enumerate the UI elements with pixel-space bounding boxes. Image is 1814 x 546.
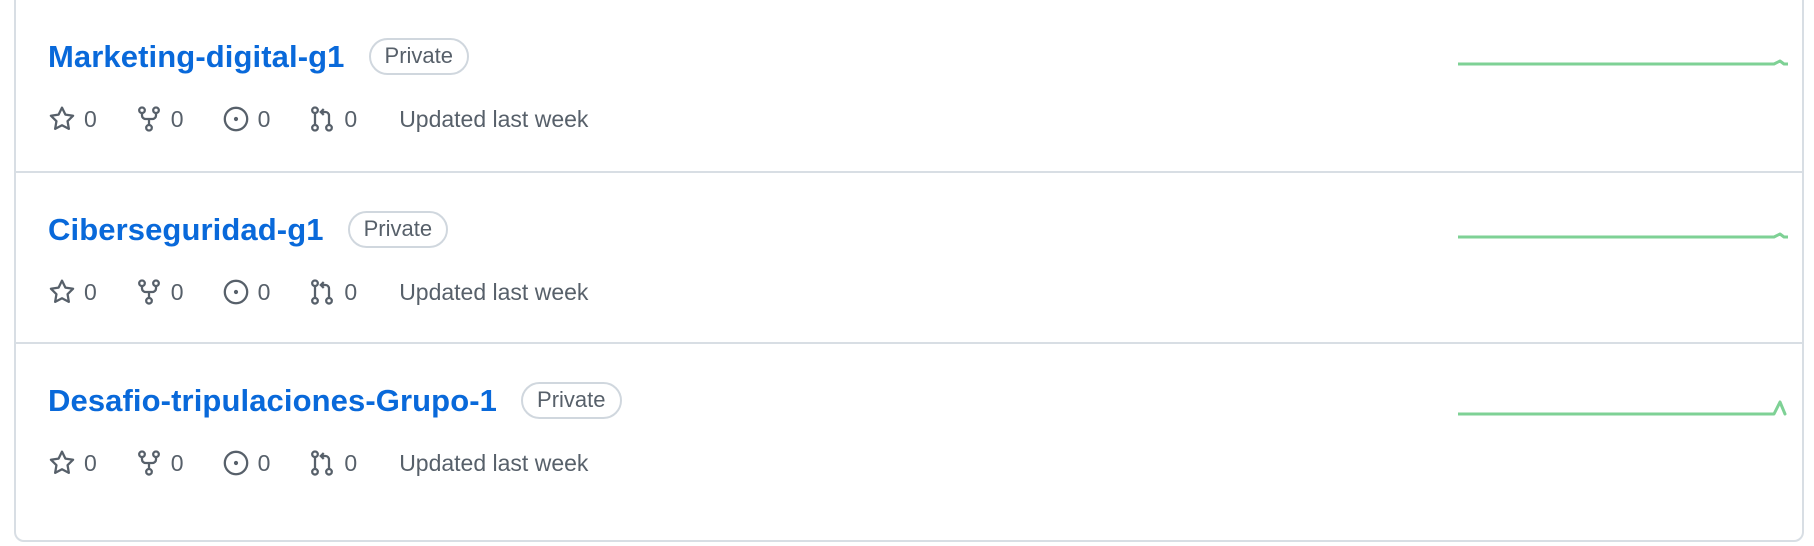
issues-count[interactable]: 0: [222, 449, 271, 477]
stars-value: 0: [84, 105, 97, 132]
stars-count[interactable]: 0: [48, 105, 97, 133]
repo-meta: 0 0 0 0 Updated last week: [48, 449, 588, 477]
issues-value: 0: [257, 449, 271, 476]
pulls-count[interactable]: 0: [308, 278, 357, 306]
repo-name-link[interactable]: Marketing-digital-g1: [48, 39, 345, 75]
issues-count[interactable]: 0: [222, 105, 271, 133]
issue-opened-icon: [223, 106, 248, 132]
repo-row: Desafio-tripulaciones-Grupo-1 Private 0 …: [16, 342, 1802, 513]
pulls-value: 0: [344, 105, 358, 132]
activity-sparkline: [1458, 59, 1788, 66]
stars-value: 0: [84, 449, 97, 476]
git-pull-request-icon: [311, 279, 334, 305]
stars-value: 0: [84, 278, 97, 305]
stars-count[interactable]: 0: [48, 449, 97, 477]
activity-sparkline: [1458, 232, 1788, 239]
repo-forked-icon: [137, 279, 160, 305]
forks-value: 0: [170, 105, 184, 132]
repo-row: Ciberseguridad-g1 Private 0 0 0 0 Update…: [16, 171, 1802, 342]
git-pull-request-icon: [311, 450, 334, 476]
updated-text: Updated last week: [399, 449, 589, 476]
issue-opened-icon: [223, 450, 248, 476]
git-pull-request-icon: [311, 106, 334, 132]
repo-title-line: Desafio-tripulaciones-Grupo-1 Private: [48, 382, 622, 419]
issues-count[interactable]: 0: [222, 278, 271, 306]
repo-title-line: Marketing-digital-g1 Private: [48, 38, 469, 75]
pulls-value: 0: [344, 278, 358, 305]
repo-meta: 0 0 0 0 Updated last week: [48, 105, 588, 133]
repo-name-link[interactable]: Desafio-tripulaciones-Grupo-1: [48, 383, 497, 419]
pulls-count[interactable]: 0: [308, 449, 357, 477]
forks-value: 0: [170, 278, 184, 305]
repository-list: Marketing-digital-g1 Private 0 0 0 0 Upd…: [14, 0, 1804, 542]
star-icon: [49, 450, 75, 474]
repo-title-line: Ciberseguridad-g1 Private: [48, 211, 449, 248]
stars-count[interactable]: 0: [48, 278, 97, 306]
repo-forked-icon: [137, 106, 160, 132]
activity-sparkline: [1458, 400, 1787, 416]
forks-count[interactable]: 0: [135, 278, 184, 306]
repo-name-link[interactable]: Ciberseguridad-g1: [48, 212, 324, 248]
forks-count[interactable]: 0: [135, 105, 184, 133]
repo-forked-icon: [137, 450, 160, 476]
visibility-badge: Private: [347, 211, 449, 248]
issues-value: 0: [257, 278, 271, 305]
forks-count[interactable]: 0: [135, 449, 184, 477]
visibility-badge: Private: [368, 38, 469, 75]
visibility-badge: Private: [521, 382, 622, 419]
issues-value: 0: [257, 105, 271, 132]
updated-text: Updated last week: [399, 278, 589, 305]
issue-opened-icon: [223, 279, 248, 305]
repo-row: Marketing-digital-g1 Private 0 0 0 0 Upd…: [16, 0, 1802, 171]
forks-value: 0: [170, 449, 184, 476]
pulls-value: 0: [344, 449, 358, 476]
star-icon: [49, 279, 75, 303]
repo-meta: 0 0 0 0 Updated last week: [48, 278, 588, 306]
updated-text: Updated last week: [399, 105, 589, 132]
pulls-count[interactable]: 0: [308, 105, 357, 133]
star-icon: [49, 106, 75, 130]
